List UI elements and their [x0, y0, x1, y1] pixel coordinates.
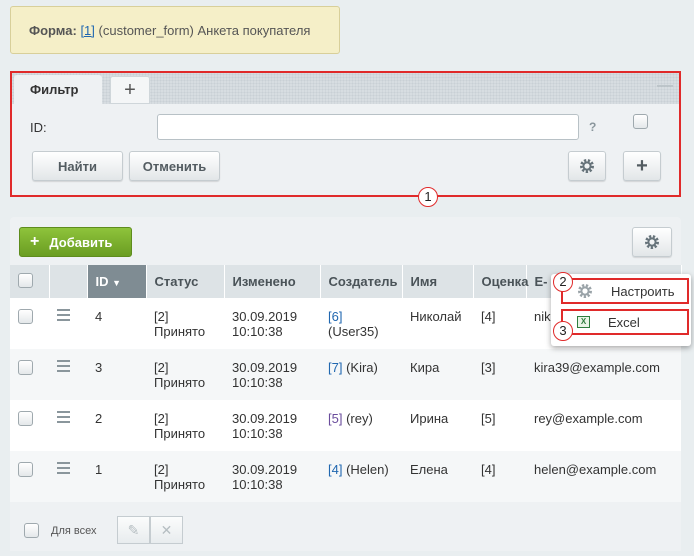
row-checkbox[interactable]	[18, 462, 33, 477]
cell-name: Николай	[402, 298, 473, 349]
grid-settings-button[interactable]	[632, 227, 672, 257]
cell-modified: 30.09.2019 10:10:38	[224, 400, 320, 451]
row-checkbox[interactable]	[18, 411, 33, 426]
filter-panel-highlight: Фильтр + — ID: ? Найти Отменить +	[10, 71, 681, 197]
row-checkbox[interactable]	[18, 360, 33, 375]
grid-footer: Для всех ✎ ✕	[10, 510, 681, 551]
cell-creator: [6] (User35)	[320, 298, 402, 349]
select-all-checkbox[interactable]	[18, 272, 33, 288]
plus-icon: +	[30, 233, 40, 250]
cell-name: Елена	[402, 451, 473, 502]
cell-modified: 30.09.2019 10:10:38	[224, 451, 320, 502]
actions-header	[49, 265, 88, 298]
excel-icon: X	[577, 316, 590, 328]
column-name[interactable]: Имя	[402, 265, 474, 298]
callout-3: 3	[553, 321, 573, 341]
gear-icon	[580, 159, 594, 173]
filter-panel: Фильтр + — ID: ? Найти Отменить +	[12, 73, 679, 195]
menu-item-configure[interactable]: Настроить	[561, 278, 689, 304]
cell-creator: [5] (rey)	[320, 400, 402, 451]
menu-item-excel[interactable]: X Excel	[561, 309, 689, 335]
cell-status: [2] Принято	[146, 400, 224, 451]
help-icon[interactable]: ?	[589, 120, 596, 134]
cell-status: [2] Принято	[146, 451, 224, 502]
find-button[interactable]: Найти	[32, 151, 123, 181]
form-label: Форма:	[29, 23, 77, 38]
menu-item-label: Настроить	[611, 283, 675, 299]
row-menu-icon[interactable]	[57, 309, 70, 324]
cell-rating: [4]	[473, 298, 526, 349]
sort-desc-icon: ▼	[112, 278, 122, 288]
creator-link[interactable]: [6]	[328, 309, 342, 324]
id-filter-input[interactable]	[157, 114, 579, 140]
grid-panel: + Добавить ID ▼ Статус Изменено Создател…	[10, 217, 682, 551]
gear-icon	[645, 235, 659, 249]
cell-id: 3	[87, 349, 146, 400]
cell-rating: [5]	[473, 400, 526, 451]
column-status[interactable]: Статус	[146, 265, 225, 298]
gear-icon	[578, 284, 592, 298]
filter-settings-button[interactable]	[568, 151, 606, 181]
edit-icon[interactable]: ✎	[117, 516, 150, 544]
column-id[interactable]: ID ▼	[87, 265, 147, 298]
creator-link[interactable]: [5]	[328, 411, 342, 426]
cell-email[interactable]: helen@example.com	[526, 451, 681, 502]
select-all-header[interactable]	[10, 265, 50, 298]
creator-link[interactable]: [4]	[328, 462, 342, 477]
id-label: ID:	[30, 120, 47, 135]
apply-to-all-checkbox[interactable]	[24, 523, 39, 538]
add-filter-tab-button[interactable]: +	[110, 76, 150, 104]
callout-1: 1	[418, 187, 438, 207]
cell-modified: 30.09.2019 10:10:38	[224, 349, 320, 400]
row-checkbox[interactable]	[18, 309, 33, 324]
column-modified[interactable]: Изменено	[224, 265, 321, 298]
cell-email[interactable]: kira39@example.com	[526, 349, 681, 400]
column-creator[interactable]: Создатель	[320, 265, 403, 298]
column-rating[interactable]: Оценка	[473, 265, 528, 298]
form-id-link[interactable]: [1]	[80, 23, 94, 38]
add-button-label: Добавить	[49, 234, 113, 250]
row-menu-icon[interactable]	[57, 411, 70, 426]
cell-id: 1	[87, 451, 146, 502]
cell-name: Кира	[402, 349, 473, 400]
cell-status: [2] Принято	[146, 349, 224, 400]
tab-filter[interactable]: Фильтр	[14, 75, 102, 104]
filter-body: ID: ? Найти Отменить +	[12, 104, 679, 195]
cell-id: 4	[87, 298, 146, 349]
add-filter-field-button[interactable]: +	[623, 151, 661, 181]
menu-item-label: Excel	[608, 314, 640, 330]
callout-2: 2	[553, 272, 573, 292]
cancel-button[interactable]: Отменить	[129, 151, 220, 181]
cell-creator: [7] (Kira)	[320, 349, 402, 400]
cell-email[interactable]: rey@example.com	[526, 400, 681, 451]
cell-creator: [4] (Helen)	[320, 451, 402, 502]
cell-id: 2	[87, 400, 146, 451]
table-row[interactable]: 1 [2] Принято 30.09.2019 10:10:38 [4] (Hel…	[10, 451, 681, 502]
creator-link[interactable]: [7]	[328, 360, 342, 375]
cell-rating: [3]	[473, 349, 526, 400]
cell-modified: 30.09.2019 10:10:38	[224, 298, 320, 349]
row-menu-icon[interactable]	[57, 462, 70, 477]
row-menu-icon[interactable]	[57, 360, 70, 375]
filter-checkbox[interactable]	[633, 114, 648, 129]
table-row[interactable]: 2 [2] Принято 30.09.2019 10:10:38 [5] (rey…	[10, 400, 681, 451]
minimize-icon[interactable]: —	[657, 78, 673, 94]
table-row[interactable]: 3 [2] Принято 30.09.2019 10:10:38 [7] (Kir…	[10, 349, 681, 400]
delete-icon[interactable]: ✕	[150, 516, 183, 544]
cell-name: Ирина	[402, 400, 473, 451]
cell-rating: [4]	[473, 451, 526, 502]
apply-to-all-label: Для всех	[51, 525, 97, 537]
form-title: (customer_form) Анкета покупателя	[98, 23, 311, 38]
form-header: Форма: [1] (customer_form) Анкета покупа…	[10, 6, 340, 54]
cell-status: [2] Принято	[146, 298, 224, 349]
add-button[interactable]: + Добавить	[19, 227, 132, 257]
